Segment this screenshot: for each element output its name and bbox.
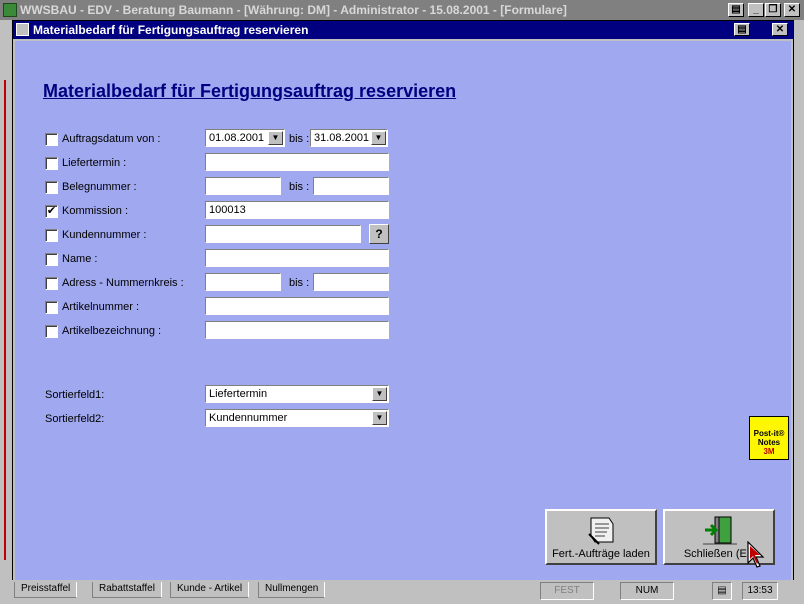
tab-preisstaffel[interactable]: Preisstaffel (14, 582, 78, 598)
label-name: Name : (62, 253, 98, 265)
restore-button[interactable]: ❐ (765, 3, 781, 17)
load-orders-label: Fert.-Aufträge laden (552, 548, 650, 560)
sortierfeld2-select[interactable]: Kundennummer ▼ (205, 409, 389, 427)
chevron-down-icon[interactable]: ▼ (371, 131, 386, 145)
label-belegnummer: Belegnummer : (62, 181, 137, 193)
adress-from-field[interactable] (205, 273, 281, 291)
mouse-cursor-icon (747, 541, 765, 568)
fest-indicator: FEST (540, 582, 594, 600)
label-artikelbezeichnung: Artikelbezeichnung : (62, 325, 162, 337)
kommission-field[interactable]: 100013 (205, 201, 389, 219)
exit-door-icon (703, 516, 737, 545)
postit-line1: Post-it® (753, 429, 785, 438)
print-icon[interactable]: ▤ (734, 23, 750, 36)
auftragsdatum-from-select[interactable]: 01.08.2001 ▼ (205, 129, 285, 147)
belegnummer-to-field[interactable] (313, 177, 389, 195)
label-artikelnummer: Artikelnummer : (62, 301, 140, 313)
question-icon: ? (375, 227, 383, 241)
close-form-button[interactable]: Schließen (ES (663, 509, 775, 568)
clock: 13:53 (742, 582, 778, 600)
kundennummer-field[interactable] (205, 225, 361, 243)
checkbox-artikelnummer[interactable] (45, 301, 58, 314)
label-kommission: Kommission : (62, 205, 129, 217)
tab-nullmengen[interactable]: Nullmengen (258, 582, 326, 598)
bis-label: bis : (289, 133, 310, 145)
close-app-button[interactable]: ✕ (784, 3, 800, 17)
num-indicator: NUM (620, 582, 674, 600)
adress-to-field[interactable] (313, 273, 389, 291)
sortierfeld1-value: Liefertermin (209, 388, 268, 400)
sortierfeld1-select[interactable]: Liefertermin ▼ (205, 385, 389, 403)
bis-label: bis : (289, 181, 310, 193)
form-heading: Materialbedarf für Fertigungsauftrag res… (43, 81, 457, 101)
sortierfeld2-value: Kundennummer (209, 412, 288, 424)
auftragsdatum-to-select[interactable]: 31.08.2001 ▼ (310, 129, 388, 147)
child-window-icon[interactable] (16, 23, 29, 36)
checkbox-belegnummer[interactable] (45, 181, 58, 194)
app-icon[interactable] (3, 3, 17, 17)
app-left-strip (0, 20, 12, 580)
name-field[interactable] (205, 249, 389, 267)
checkbox-kommission[interactable]: ✔ (45, 205, 58, 218)
tab-kunde-artikel[interactable]: Kunde - Artikel (170, 582, 250, 598)
tray-icon[interactable]: ▤ (712, 582, 732, 600)
document-scroll-icon (588, 517, 614, 545)
label-sortierfeld1: Sortierfeld1: (45, 389, 105, 401)
checkbox-liefertermin[interactable] (45, 157, 58, 170)
app-titlebar: WWSBAU - EDV - Beratung Baumann - [Währu… (0, 0, 804, 20)
checkbox-auftragsdatum[interactable] (45, 133, 58, 146)
chevron-down-icon[interactable]: ▼ (268, 131, 283, 145)
minimize-button[interactable]: _ (748, 3, 764, 17)
liefertermin-field[interactable] (205, 153, 389, 171)
load-orders-button[interactable]: Fert.-Aufträge laden (545, 509, 657, 565)
child-titlebar: Materialbedarf für Fertigungsauftrag res… (13, 21, 793, 39)
child-window: Materialbedarf für Fertigungsauftrag res… (12, 20, 794, 583)
postit-notes-icon[interactable]: Post-it® Notes 3M (749, 416, 789, 460)
label-liefertermin: Liefertermin : (62, 157, 127, 169)
checkbox-name[interactable] (45, 253, 58, 266)
auftragsdatum-from-value: 01.08.2001 (209, 132, 265, 144)
lookup-help-button[interactable]: ? (369, 224, 389, 244)
belegnummer-from-field[interactable] (205, 177, 281, 195)
label-adress-nummernkreis: Adress - Nummernkreis : (62, 277, 184, 289)
help-window-icon[interactable]: ▤ (728, 3, 744, 17)
app-title: WWSBAU - EDV - Beratung Baumann - [Währu… (20, 3, 567, 17)
app-right-strip (794, 20, 804, 580)
checkbox-adress-nummernkreis[interactable] (45, 277, 58, 290)
auftragsdatum-to-value: 31.08.2001 (314, 132, 370, 144)
postit-line3: 3M (763, 447, 775, 456)
status-bar: Preisstaffel Rabattstaffel Kunde - Artik… (0, 580, 804, 604)
checkbox-kundennummer[interactable] (45, 229, 58, 242)
label-auftragsdatum: Auftragsdatum von : (62, 133, 161, 145)
artikelnummer-field[interactable] (205, 297, 389, 315)
checkbox-artikelbezeichnung[interactable] (45, 325, 58, 338)
chevron-down-icon[interactable]: ▼ (372, 411, 387, 425)
label-kundennummer: Kundennummer : (62, 229, 147, 241)
bis-label: bis : (289, 277, 310, 289)
child-title: Materialbedarf für Fertigungsauftrag res… (33, 23, 309, 37)
form-area: Materialbedarf für Fertigungsauftrag res… (15, 41, 791, 581)
app-window: WWSBAU - EDV - Beratung Baumann - [Währu… (0, 0, 804, 604)
tab-rabattstaffel[interactable]: Rabattstaffel (92, 582, 162, 598)
label-sortierfeld2: Sortierfeld2: (45, 413, 105, 425)
postit-line2: Notes (757, 438, 781, 447)
artikelbezeichnung-field[interactable] (205, 321, 389, 339)
chevron-down-icon[interactable]: ▼ (372, 387, 387, 401)
close-child-button[interactable]: ✕ (772, 23, 788, 36)
